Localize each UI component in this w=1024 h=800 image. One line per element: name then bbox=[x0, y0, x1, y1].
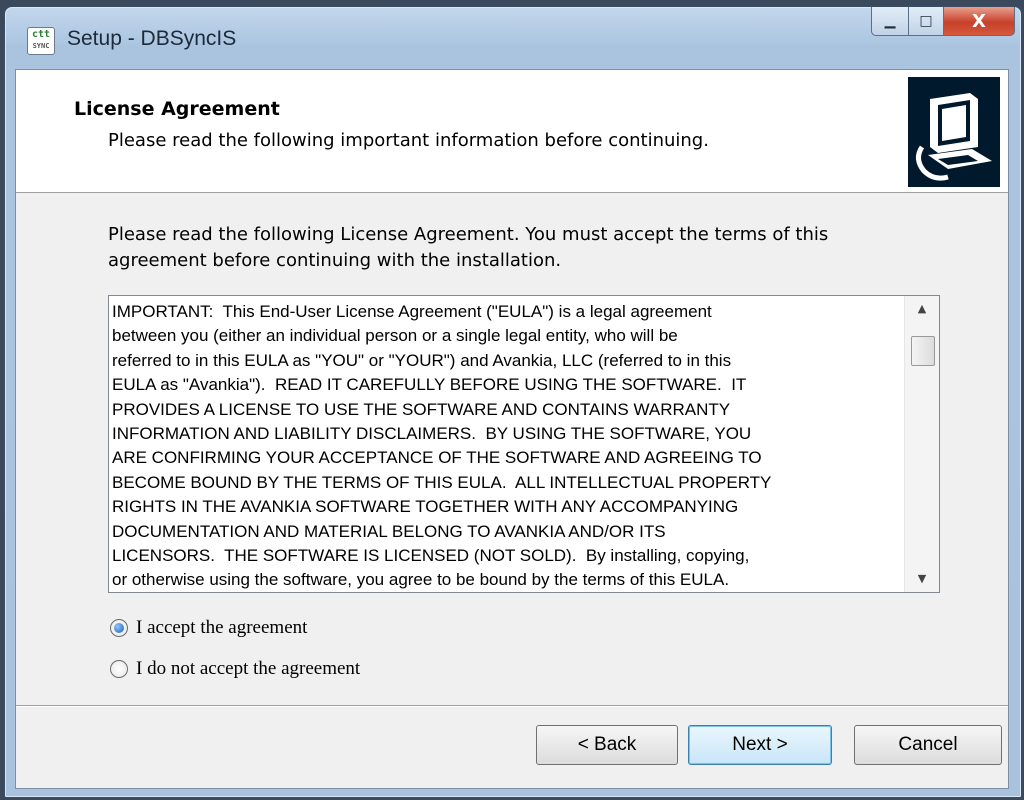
back-button[interactable]: < Back bbox=[536, 725, 678, 765]
cancel-button[interactable]: Cancel bbox=[854, 725, 1002, 765]
next-button[interactable]: Next > bbox=[688, 725, 832, 765]
license-line: ARE CONFIRMING YOUR ACCEPTANCE OF THE SO… bbox=[112, 448, 762, 468]
app-icon[interactable]: ctt SYNC bbox=[27, 27, 55, 55]
accept-label[interactable]: I accept the agreement bbox=[136, 617, 307, 639]
wizard-client-area: License Agreement Please read the follow… bbox=[15, 69, 1009, 789]
maximize-button[interactable]: □ bbox=[909, 7, 944, 36]
license-line: between you (either an individual person… bbox=[112, 326, 678, 346]
footer-separator bbox=[16, 705, 1008, 707]
minimize-button[interactable]: ▁ bbox=[871, 7, 909, 36]
license-line: DOCUMENTATION AND MATERIAL BELONG TO AVA… bbox=[112, 521, 666, 541]
license-line: BECOME BOUND BY THE TERMS OF THIS EULA. … bbox=[112, 472, 772, 492]
intro-text: Please read the following License Agreem… bbox=[108, 224, 829, 271]
scroll-up-icon[interactable]: ▲ bbox=[905, 296, 939, 322]
license-line: PROVIDES A LICENSE TO USE THE SOFTWARE A… bbox=[112, 399, 731, 419]
accept-option[interactable]: I accept the agreement bbox=[110, 617, 307, 639]
app-icon-text: ctt bbox=[31, 29, 51, 40]
license-line: referred to in this EULA as "YOU" or "YO… bbox=[112, 350, 732, 370]
computer-install-icon bbox=[908, 77, 1000, 187]
scroll-down-icon[interactable]: ▼ bbox=[905, 566, 939, 592]
license-line: or otherwise using the software, you agr… bbox=[112, 570, 730, 590]
license-line: INFORMATION AND LIABILITY DISCLAIMERS. B… bbox=[112, 424, 752, 444]
decline-radio[interactable] bbox=[110, 660, 128, 678]
maximize-icon: □ bbox=[919, 13, 933, 29]
page-title: License Agreement bbox=[74, 98, 280, 120]
window-controls: ▁ □ X bbox=[871, 7, 1015, 37]
license-line: RIGHTS IN THE AVANKIA SOFTWARE TOGETHER … bbox=[112, 497, 739, 517]
title-bar[interactable]: ctt SYNC Setup - DBSyncIS ▁ □ X bbox=[5, 7, 1021, 73]
license-line: EULA as "Avankia"). READ IT CAREFULLY BE… bbox=[112, 375, 747, 395]
license-line: LICENSORS. THE SOFTWARE IS LICENSED (NOT… bbox=[112, 546, 750, 566]
decline-label[interactable]: I do not accept the agreement bbox=[136, 658, 360, 680]
close-icon: X bbox=[972, 10, 986, 32]
license-scrollbar[interactable]: ▲ ▼ bbox=[904, 296, 939, 592]
setup-window: ctt SYNC Setup - DBSyncIS ▁ □ X License … bbox=[4, 6, 1022, 798]
page-subtitle: Please read the following important info… bbox=[108, 130, 709, 151]
close-button[interactable]: X bbox=[944, 7, 1015, 36]
decline-option[interactable]: I do not accept the agreement bbox=[110, 658, 360, 680]
minimize-icon: ▁ bbox=[884, 13, 896, 29]
computer-install-graphic bbox=[908, 77, 1000, 187]
scroll-thumb[interactable] bbox=[911, 336, 935, 366]
wizard-header: License Agreement Please read the follow… bbox=[16, 70, 1008, 193]
license-textbox[interactable]: IMPORTANT: This End-User License Agreeme… bbox=[108, 295, 940, 593]
license-line: IMPORTANT: This End-User License Agreeme… bbox=[112, 302, 712, 321]
accept-radio[interactable] bbox=[110, 619, 128, 637]
app-icon-subtext: SYNC bbox=[32, 42, 50, 50]
window-title: Setup - DBSyncIS bbox=[67, 27, 237, 50]
license-text: IMPORTANT: This End-User License Agreeme… bbox=[112, 300, 898, 592]
